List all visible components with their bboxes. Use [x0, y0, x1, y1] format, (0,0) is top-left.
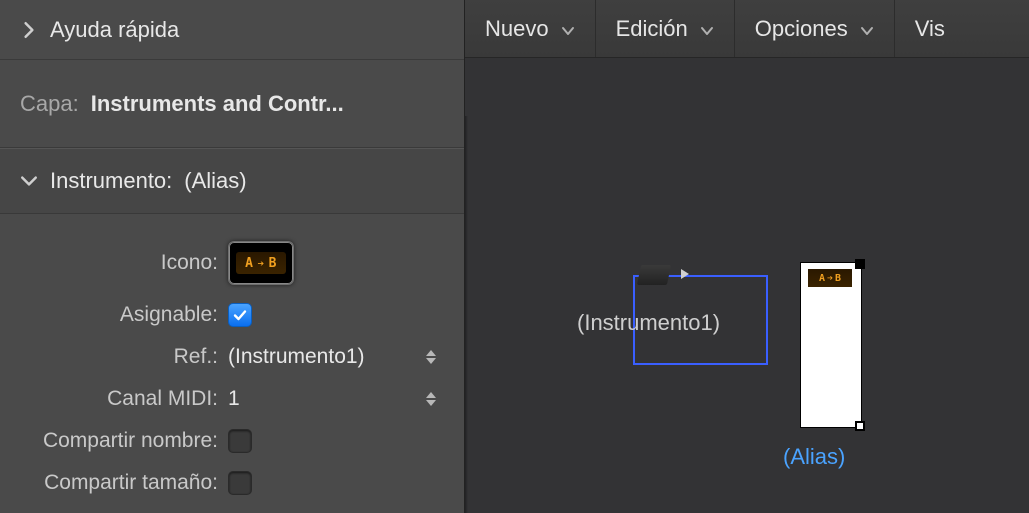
prop-share-name: Compartir nombre:	[0, 420, 464, 462]
prop-icon: Icono: A ➔ B	[0, 232, 464, 294]
chevron-down-icon	[20, 172, 38, 190]
layer-name: Instruments and Contr...	[91, 91, 344, 117]
instrument-header-label: Instrumento:	[50, 168, 172, 194]
quick-help-row[interactable]: Ayuda rápida	[0, 0, 464, 60]
assignable-checkbox[interactable]	[228, 303, 252, 327]
layer-label: Capa:	[20, 91, 79, 117]
menu-new[interactable]: Nuevo	[465, 0, 596, 57]
resize-handle-top-right[interactable]	[855, 259, 865, 269]
chevron-down-icon	[561, 16, 575, 42]
share-size-checkbox[interactable]	[228, 471, 252, 495]
menu-edit[interactable]: Edición	[596, 0, 735, 57]
prop-ref: Ref.: (Instrumento1)	[0, 336, 464, 378]
resize-handle-bottom-right[interactable]	[855, 421, 865, 431]
ref-value[interactable]: (Instrumento1)	[228, 345, 365, 369]
layer-row[interactable]: Capa: Instruments and Contr...	[0, 60, 464, 148]
share-name-checkbox[interactable]	[228, 429, 252, 453]
environment-main: Nuevo Edición Opciones Vis (Instr	[464, 0, 1029, 513]
prop-midi-channel: Canal MIDI: 1	[0, 378, 464, 420]
instrument-header-value: (Alias)	[184, 168, 246, 194]
instrument-label: (Instrumento1)	[577, 310, 720, 336]
menu-options[interactable]: Opciones	[735, 0, 895, 57]
midi-channel-stepper[interactable]	[426, 386, 444, 412]
alias-object[interactable]: A➔B	[800, 262, 862, 428]
prop-midi-channel-label: Canal MIDI:	[0, 387, 228, 411]
ref-stepper[interactable]	[426, 344, 444, 370]
prop-icon-label: Icono:	[0, 251, 228, 275]
chevron-down-icon	[860, 16, 874, 42]
prop-share-name-label: Compartir nombre:	[0, 429, 228, 453]
ab-alias-icon: A➔B	[808, 269, 852, 287]
ab-alias-icon: A ➔ B	[236, 252, 286, 274]
prop-assignable-label: Asignable:	[0, 303, 228, 327]
menu-view[interactable]: Vis	[895, 0, 965, 57]
prop-share-size-label: Compartir tamaño:	[0, 471, 228, 495]
inspector-sidebar: Ayuda rápida Capa: Instruments and Contr…	[0, 0, 464, 513]
icon-picker[interactable]: A ➔ B	[228, 241, 294, 285]
chevron-down-icon	[700, 16, 714, 42]
alias-label: (Alias)	[783, 444, 845, 470]
prop-assignable: Asignable:	[0, 294, 464, 336]
instrument-icon	[637, 265, 671, 285]
chevron-right-icon	[20, 21, 38, 39]
toolbar: Nuevo Edición Opciones Vis	[465, 0, 1029, 58]
cable-output-icon[interactable]	[681, 269, 689, 279]
prop-share-size: Compartir tamaño:	[0, 462, 464, 504]
inspector-properties: Icono: A ➔ B Asignable: Ref.:	[0, 214, 464, 504]
prop-ref-label: Ref.:	[0, 345, 228, 369]
environment-canvas[interactable]: (Instrumento1) A➔B (Alias)	[465, 58, 1029, 513]
quick-help-label: Ayuda rápida	[50, 17, 179, 43]
instrument-header-row[interactable]: Instrumento: (Alias)	[0, 148, 464, 214]
midi-channel-value[interactable]: 1	[228, 387, 240, 411]
